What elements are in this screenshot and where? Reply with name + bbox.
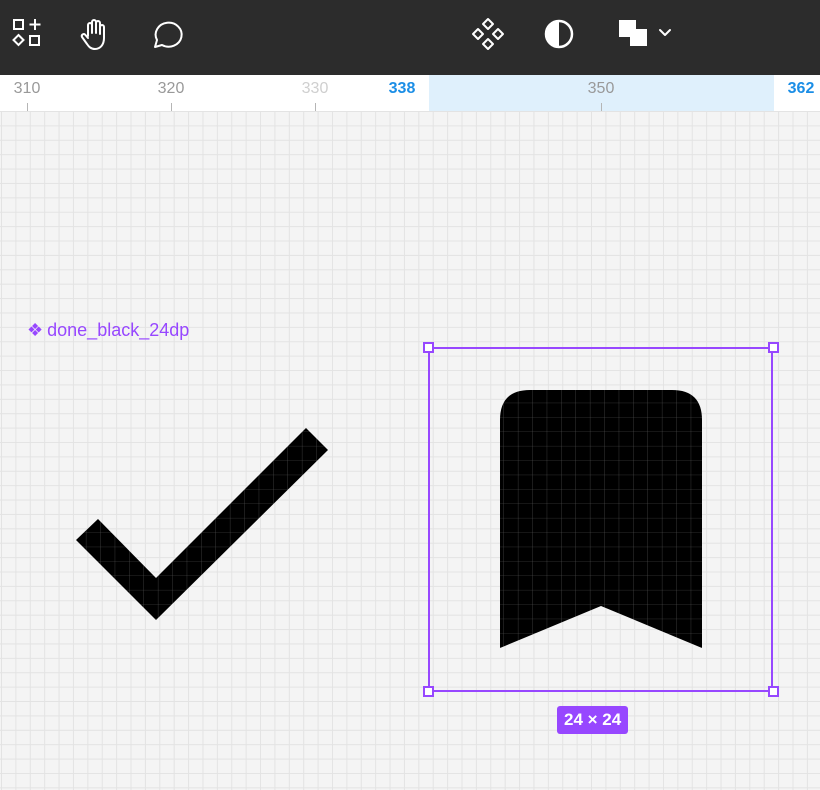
selection-box[interactable]	[428, 347, 773, 692]
resize-handle-top-right[interactable]	[768, 342, 779, 353]
resize-handle-bottom-left[interactable]	[423, 686, 434, 697]
resize-handle-bottom-right[interactable]	[768, 686, 779, 697]
checkmark-icon[interactable]	[76, 428, 328, 620]
resize-handle-top-left[interactable]	[423, 342, 434, 353]
selection-size-badge: 24 × 24	[557, 706, 629, 734]
